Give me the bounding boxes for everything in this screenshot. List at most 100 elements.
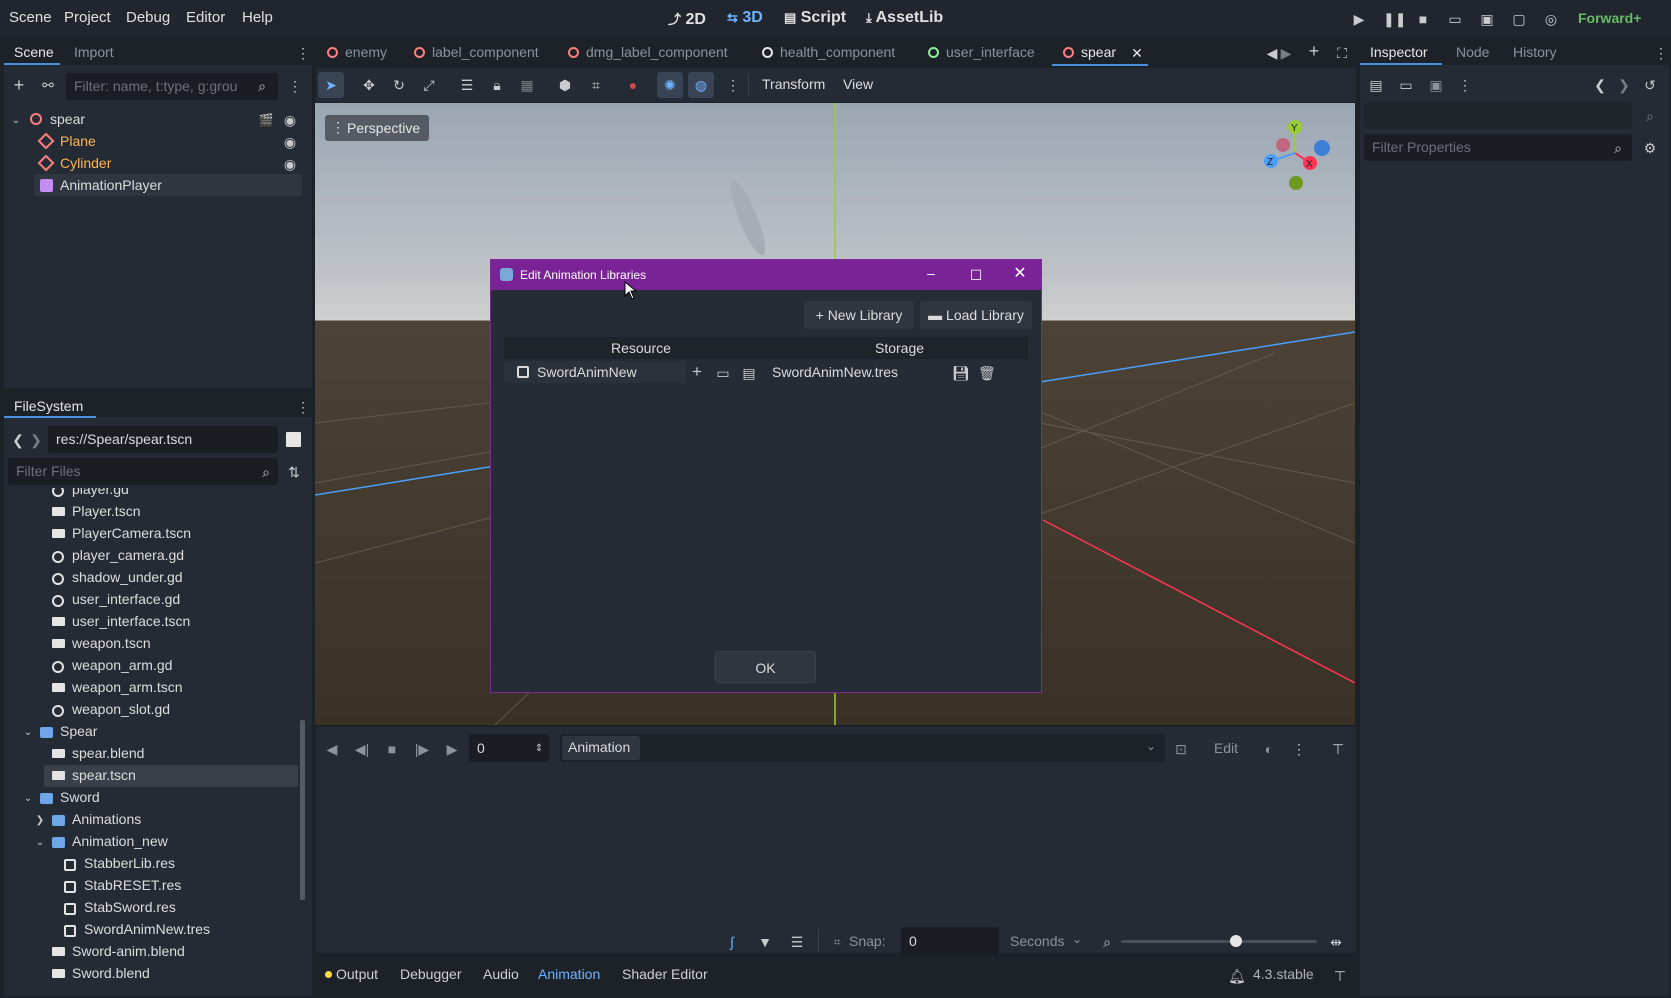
history-back-icon[interactable]: ❮ — [1594, 77, 1606, 93]
scene-instance-icon[interactable]: 🎬 — [258, 112, 274, 128]
filesystem-menu-icon[interactable]: ⋮ — [296, 399, 310, 415]
file-row[interactable]: Animations — [72, 811, 141, 827]
paste-icon[interactable]: ▤ — [741, 365, 757, 381]
scene-filter-input[interactable]: Filter: name, t:type, g:grou — [66, 73, 278, 100]
inspector-more-icon[interactable]: ⋮ — [1458, 77, 1472, 93]
object-search-icon[interactable]: ⌕ — [1642, 108, 1658, 124]
forward-icon[interactable]: ❯ — [30, 432, 42, 448]
workspace-script-button[interactable]: ▤ Script — [784, 9, 846, 27]
snap-unit-select[interactable]: Seconds — [1010, 933, 1064, 949]
filter-properties-input[interactable]: Filter Properties — [1364, 134, 1632, 161]
chevron-down-icon[interactable]: ⌄ — [10, 113, 22, 129]
new-resource-icon[interactable]: ▤ — [1368, 77, 1384, 93]
file-row[interactable]: Sword.blend — [72, 965, 150, 981]
scene-tab-dmg-label-component[interactable]: dmg_label_component — [586, 44, 728, 60]
chevron-right-icon[interactable]: ❯ — [34, 813, 46, 829]
file-row[interactable]: user_interface.tscn — [72, 613, 190, 629]
workspace-assetlib-button[interactable]: ⤓ AssetLib — [866, 9, 943, 27]
play-icon[interactable]: ▶ — [1351, 11, 1367, 27]
file-row[interactable]: weapon_arm.tscn — [72, 679, 183, 695]
file-row[interactable]: spear.tscn — [72, 767, 136, 783]
file-row[interactable]: PlayerCamera.tscn — [72, 525, 191, 541]
tab-shader-editor[interactable]: Shader Editor — [622, 966, 708, 982]
notification-bell-icon[interactable]: 🔔︎ — [1228, 968, 1246, 984]
environment-toggle-icon[interactable]: ◍ — [693, 77, 709, 93]
play-backwards-start-icon[interactable]: ◀| — [354, 741, 370, 757]
visibility-eye-icon[interactable]: ◉ — [282, 134, 298, 150]
save-icon[interactable]: 💾︎ — [952, 365, 970, 381]
chevron-down-icon[interactable]: ⌄ — [22, 725, 34, 741]
tab-inspector[interactable]: Inspector — [1370, 44, 1428, 60]
file-row[interactable]: spear.blend — [72, 745, 144, 761]
history-forward-icon[interactable]: ❯ — [1618, 77, 1630, 93]
scene-tab-spear[interactable]: spear — [1081, 44, 1116, 60]
file-row[interactable]: Spear — [60, 723, 97, 739]
chevron-down-icon[interactable]: ⌄ — [22, 791, 34, 807]
file-row[interactable]: Sword-anim.blend — [72, 943, 185, 959]
track-list-icon[interactable]: ☰ — [789, 934, 805, 950]
filesystem-path-input[interactable]: res://Spear/spear.tscn — [48, 426, 278, 453]
file-row[interactable]: StabSword.res — [84, 899, 176, 915]
movie-maker-icon[interactable]: ◎ — [1543, 11, 1559, 27]
tab-import[interactable]: Import — [74, 44, 114, 60]
file-row[interactable]: Sword — [60, 789, 100, 805]
pin-icon[interactable]: ⊤ — [1330, 741, 1346, 757]
edit-animation-button[interactable]: Edit — [1201, 734, 1251, 762]
renderer-select[interactable]: Forward+ — [1578, 10, 1641, 26]
distraction-free-icon[interactable]: ⛶ — [1334, 45, 1350, 61]
autoplay-icon[interactable]: ⊡ — [1173, 741, 1189, 757]
animation-more-icon[interactable]: ⋮ — [1292, 741, 1306, 757]
menu-editor[interactable]: Editor — [186, 9, 225, 26]
lock-icon[interactable]: 🔒︎ — [489, 77, 505, 93]
scene-tab-health-component[interactable]: health_component — [780, 44, 895, 60]
tab-filesystem[interactable]: FileSystem — [14, 398, 83, 414]
file-row[interactable]: weapon_arm.gd — [72, 657, 172, 673]
menu-project[interactable]: Project — [64, 9, 111, 26]
stop-icon[interactable]: ■ — [1415, 11, 1431, 27]
tab-audio[interactable]: Audio — [483, 966, 519, 982]
visibility-eye-icon[interactable]: ◉ — [282, 112, 298, 128]
pause-icon[interactable]: ❚❚ — [1383, 11, 1406, 27]
file-row[interactable]: Animation_new — [72, 833, 168, 849]
play-icon[interactable]: ▶ — [444, 741, 460, 757]
list-select-icon[interactable]: ☰ — [459, 77, 475, 93]
filesystem-filter-input[interactable]: Filter Files — [8, 458, 278, 485]
inspector-menu-icon[interactable]: ⋮ — [1654, 45, 1668, 61]
menu-help[interactable]: Help — [242, 9, 273, 26]
file-row[interactable]: Player.tscn — [72, 503, 140, 519]
zoom-slider-handle[interactable] — [1230, 935, 1242, 947]
stop-icon[interactable]: ■ — [384, 741, 400, 757]
file-row[interactable]: SwordAnimNew.tres — [84, 921, 210, 937]
onion-skin-icon[interactable]: ◐ — [1261, 741, 1277, 757]
play-custom-scene-icon[interactable]: ▢ — [1511, 11, 1527, 27]
new-library-button[interactable]: + New Library — [804, 301, 914, 329]
select-tool-icon[interactable]: ➤ — [323, 77, 339, 93]
inspector-settings-icon[interactable]: ⚙ — [1642, 140, 1658, 156]
tab-animation[interactable]: Animation — [538, 966, 600, 982]
group-icon[interactable]: ▦ — [519, 77, 535, 93]
file-row[interactable]: weapon_slot.gd — [72, 701, 170, 717]
scene-tab-user-interface[interactable]: user_interface — [946, 44, 1035, 60]
menu-debug[interactable]: Debug — [126, 9, 170, 26]
bottom-panel-toggle-icon[interactable]: ⊤ — [1332, 968, 1348, 984]
tab-history[interactable]: History — [1513, 44, 1557, 60]
load-library-button[interactable]: ▬ Load Library — [920, 301, 1032, 329]
minimize-icon[interactable]: – — [923, 265, 939, 281]
play-backwards-icon[interactable]: ◀ — [324, 741, 340, 757]
play-start-icon[interactable]: |▶ — [414, 741, 430, 757]
scene-tab-enemy[interactable]: enemy — [345, 44, 387, 60]
library-name[interactable]: SwordAnimNew — [537, 364, 637, 380]
scale-tool-icon[interactable]: ⤢ — [421, 77, 437, 93]
tab-output[interactable]: Output — [336, 966, 378, 982]
move-tool-icon[interactable]: ✥ — [361, 77, 377, 93]
tab-scene[interactable]: Scene — [14, 44, 54, 60]
tree-node-plane[interactable]: Plane — [60, 133, 96, 149]
animation-select[interactable]: Animation ⌄ — [560, 734, 1165, 762]
object-history-icon[interactable]: ↺ — [1642, 77, 1658, 93]
tab-scroll-right-icon[interactable]: ▶ — [1280, 45, 1292, 61]
orientation-gizmo[interactable]: Y X Z — [1255, 113, 1335, 193]
tree-node-spear[interactable]: spear — [50, 111, 85, 127]
sort-icon[interactable]: ⇅ — [286, 464, 302, 480]
save-resource-icon[interactable]: ▣ — [1428, 77, 1444, 93]
bezier-curve-icon[interactable]: ∫ — [724, 934, 740, 950]
